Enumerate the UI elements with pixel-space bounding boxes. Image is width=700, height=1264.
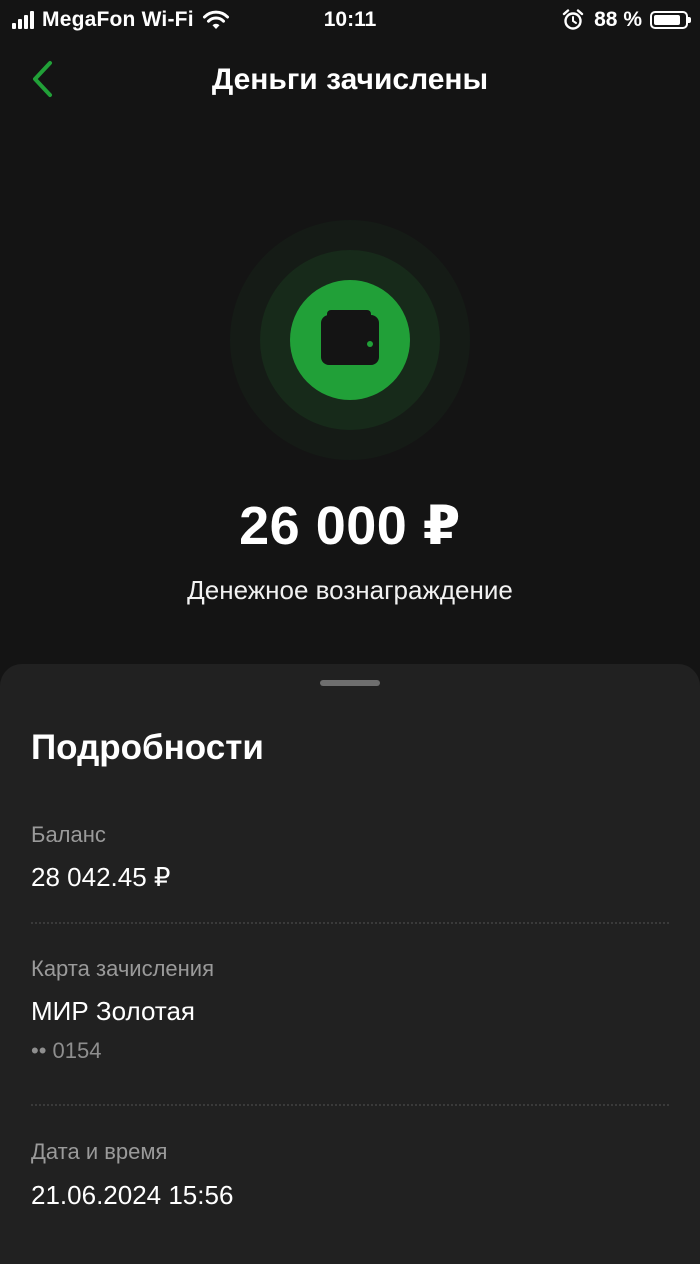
- card-number: •• 0154: [31, 1038, 102, 1063]
- status-bar: MegaFon Wi-Fi 10:11 88 %: [0, 0, 700, 40]
- alarm-icon: [562, 9, 584, 30]
- balance-label: Баланс: [31, 822, 106, 847]
- credited-amount: 26 000 ₽: [239, 496, 461, 556]
- battery-percent: 88 %: [594, 8, 642, 31]
- wallet-icon: [321, 310, 379, 365]
- battery-icon: [650, 11, 691, 29]
- card-name: МИР Золотая: [31, 996, 196, 1026]
- amount-description: Денежное вознаграждение: [187, 575, 513, 605]
- details-title: Подробности: [31, 728, 264, 767]
- card-label: Карта зачисления: [31, 956, 214, 981]
- wallet-badge: [230, 220, 470, 460]
- page-title: Деньги зачислены: [211, 63, 489, 96]
- divider: [31, 1104, 669, 1106]
- datetime-label: Дата и время: [31, 1139, 168, 1164]
- status-right: 88 %: [562, 6, 691, 34]
- datetime-value: 21.06.2024 15:56: [31, 1180, 234, 1210]
- battery-level: [654, 15, 680, 25]
- details-sheet: Подробности Баланс 28 042.45 ₽ Карта зач…: [0, 664, 700, 1264]
- balance-value: 28 042.45 ₽: [31, 862, 171, 892]
- drag-handle[interactable]: [320, 680, 380, 686]
- divider: [31, 922, 669, 924]
